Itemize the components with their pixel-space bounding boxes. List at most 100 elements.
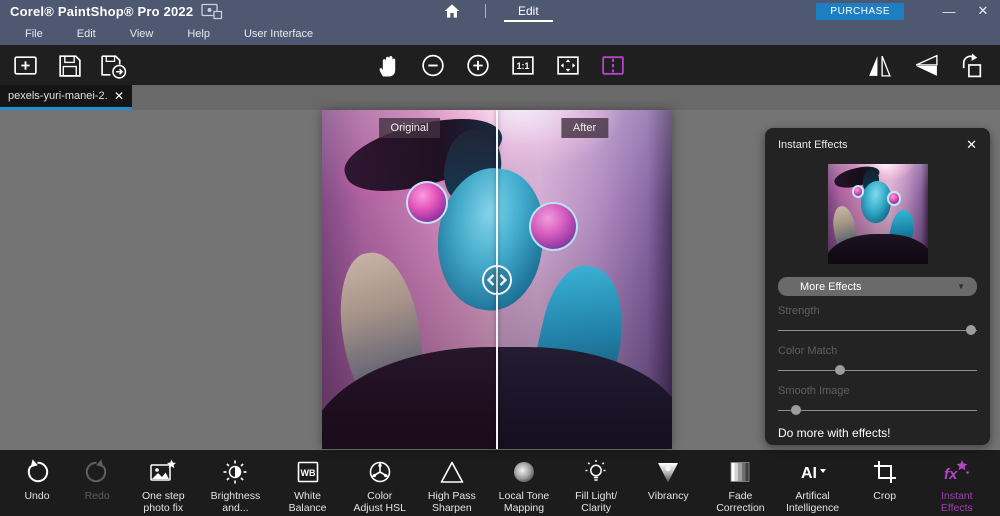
rotate-icon[interactable] [956, 50, 986, 80]
photo-after-tint [497, 110, 672, 449]
instant-effects-icon: fx [942, 456, 972, 488]
effect-preview-wrap [778, 164, 977, 264]
save-export-icon[interactable] [98, 50, 128, 80]
one-step-photo-fix-icon [148, 456, 178, 488]
one-step-photo-fix-label: One step photo fix [141, 490, 185, 515]
fill-light-clarity-icon [582, 456, 610, 488]
menu-bar: File Edit View Help User Interface [0, 22, 1000, 45]
high-pass-sharpen-button[interactable]: High Pass Sharpen [417, 456, 487, 515]
color-match-slider-handle[interactable] [834, 365, 845, 375]
zoom-out-icon[interactable] [418, 50, 448, 80]
actual-size-icon[interactable]: 1:1 [508, 50, 538, 80]
purchase-button[interactable]: PURCHASE [816, 2, 904, 20]
strength-slider-handle[interactable] [966, 325, 977, 335]
fade-correction-icon [726, 456, 754, 488]
vibrancy-icon [654, 456, 682, 488]
svg-text:AI: AI [801, 465, 817, 482]
fill-light-clarity-button[interactable]: Fill Light/ Clarity [561, 456, 631, 515]
slider-track [778, 370, 977, 371]
brightness-icon [221, 456, 249, 488]
minimize-button[interactable]: — [932, 0, 966, 22]
smooth-image-slider[interactable] [778, 404, 977, 416]
instant-effects-button[interactable]: fx Instant Effects [922, 456, 992, 515]
strength-label: Strength [778, 305, 820, 317]
new-image-icon[interactable] [10, 50, 40, 80]
fill-light-clarity-label: Fill Light/ Clarity [575, 490, 618, 515]
white-balance-button[interactable]: WB White Balance [273, 456, 343, 515]
mirror-icon[interactable] [864, 50, 894, 80]
strength-slider[interactable] [778, 324, 977, 336]
white-balance-label: White Balance [288, 490, 327, 515]
workspace-divider [485, 4, 486, 18]
adjust-toolbar: Undo Redo One step photo fix Brightness … [0, 450, 1000, 516]
slider-track [778, 330, 977, 331]
one-step-photo-fix-button[interactable]: One step photo fix [128, 456, 198, 515]
toolbar-view-group: 1:1 [373, 50, 628, 80]
toolbar-transform-group [864, 50, 986, 80]
title-bar-left: Corel® PaintShop® Pro 2022 [0, 3, 223, 20]
toolbar: 1:1 [0, 45, 1000, 85]
crop-icon [871, 456, 899, 488]
undo-icon [23, 456, 51, 488]
document-tab[interactable]: pexels-yuri-manei-2... ✕ [0, 85, 132, 110]
artificial-intelligence-label: Artifical Intelligence [785, 490, 840, 515]
photo-before-after-view[interactable]: Original After [322, 110, 672, 449]
menu-view[interactable]: View [113, 24, 171, 44]
svg-text:WB: WB [300, 468, 315, 478]
vibrancy-label: Vibrancy [647, 490, 689, 502]
photo-original-tint [322, 110, 497, 449]
save-icon[interactable] [54, 50, 84, 80]
effect-preview-thumbnail[interactable] [827, 164, 928, 264]
original-label: Original [378, 118, 441, 138]
thumb-right-lens [886, 191, 901, 206]
zoom-in-icon[interactable] [463, 50, 493, 80]
document-tab-bar: pexels-yuri-manei-2... ✕ [0, 85, 1000, 110]
instant-effects-label: Instant Effects [940, 490, 973, 515]
local-tone-mapping-label: Local Tone Mapping [498, 490, 550, 515]
smooth-image-slider-handle[interactable] [790, 405, 801, 415]
flip-icon[interactable] [910, 50, 940, 80]
high-pass-sharpen-label: High Pass Sharpen [427, 490, 476, 515]
undo-button[interactable]: Undo [8, 456, 66, 502]
slider-track [778, 410, 977, 411]
crop-label: Crop [873, 490, 897, 502]
fade-correction-button[interactable]: Fade Correction [705, 456, 775, 515]
menu-edit[interactable]: Edit [60, 24, 113, 44]
tab-edit-workspace[interactable]: Edit [504, 1, 553, 22]
color-adjust-hsl-button[interactable]: Color Adjust HSL [345, 456, 415, 515]
artificial-intelligence-button[interactable]: AI Artifical Intelligence [778, 456, 848, 515]
after-label: After [560, 118, 609, 138]
menu-help[interactable]: Help [170, 24, 227, 44]
before-after-compare-icon[interactable] [598, 50, 628, 80]
instant-effects-panel: Instant Effects ✕ More Effects ▼ Strengt… [765, 128, 990, 445]
pan-hand-icon[interactable] [373, 50, 403, 80]
high-pass-sharpen-icon [438, 456, 466, 488]
brightness-label: Brightness and... [210, 490, 261, 515]
home-icon[interactable] [437, 0, 467, 26]
split-drag-handle[interactable] [477, 260, 517, 300]
thumb-left-lens [851, 185, 864, 198]
brightness-contrast-button[interactable]: Brightness and... [200, 456, 270, 515]
tab-close-icon[interactable]: ✕ [108, 89, 124, 103]
menu-user-interface[interactable]: User Interface [227, 24, 330, 44]
panel-footer-text: Do more with effects! [778, 426, 891, 440]
crop-button[interactable]: Crop [850, 456, 920, 502]
close-button[interactable]: ✕ [966, 0, 1000, 22]
vibrancy-button[interactable]: Vibrancy [633, 456, 703, 502]
color-match-slider[interactable] [778, 364, 977, 376]
artificial-intelligence-icon: AI [796, 456, 830, 488]
app-title: Corel® PaintShop® Pro 2022 [10, 3, 194, 19]
fit-to-window-icon[interactable] [553, 50, 583, 80]
screen-badge-icon[interactable] [201, 3, 223, 20]
local-tone-mapping-button[interactable]: Local Tone Mapping [489, 456, 559, 515]
panel-close-icon[interactable]: ✕ [966, 137, 977, 153]
chevron-down-icon: ▼ [957, 282, 965, 291]
more-effects-dropdown[interactable]: More Effects ▼ [778, 277, 977, 296]
svg-text:1:1: 1:1 [516, 61, 529, 71]
white-balance-icon: WB [294, 456, 322, 488]
local-tone-mapping-icon [510, 456, 538, 488]
menu-file[interactable]: File [8, 24, 60, 44]
redo-button: Redo [68, 456, 126, 502]
canvas-area: Original After Instant Effects ✕ More Ef… [0, 110, 1000, 450]
fade-correction-label: Fade Correction [716, 490, 765, 515]
